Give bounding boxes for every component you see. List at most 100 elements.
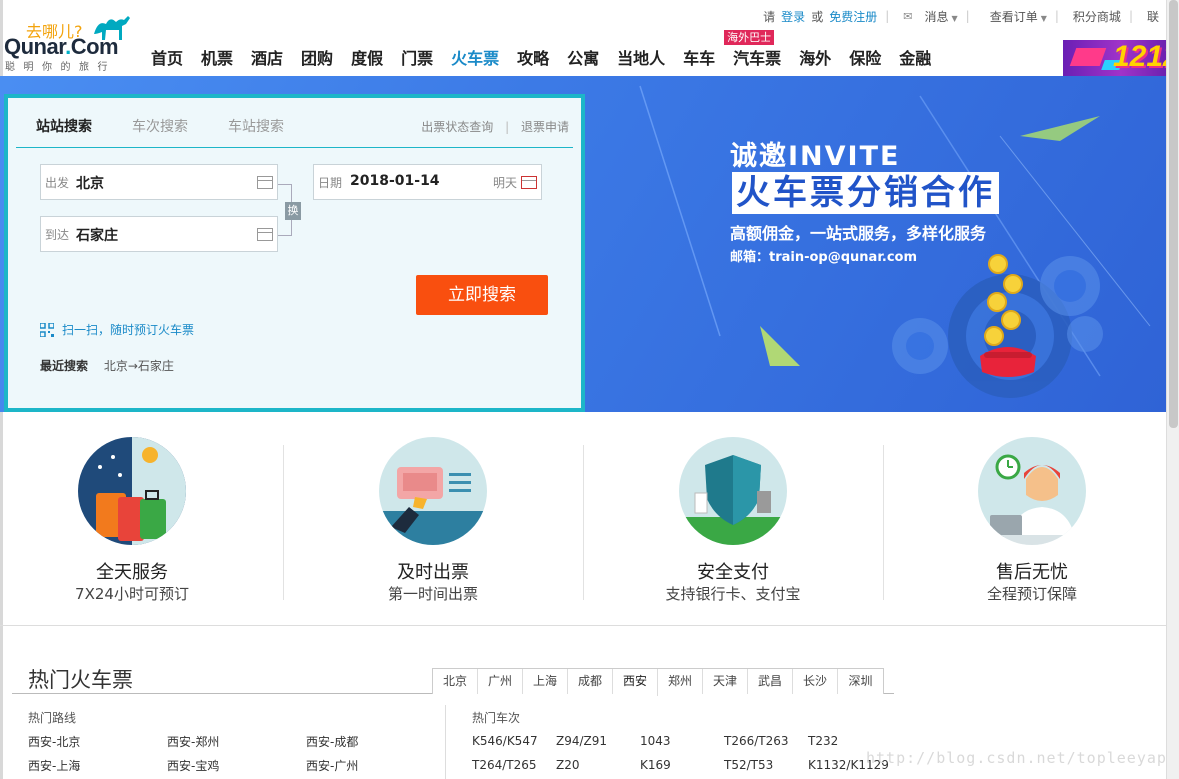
nav-group-buy[interactable]: 团购 (292, 44, 342, 74)
departure-label: 出发 (45, 176, 70, 190)
nav-train-tickets[interactable]: 火车票 (442, 44, 508, 74)
arrival-value[interactable]: 石家庄 (76, 225, 118, 245)
city-tab-shanghai[interactable]: 上海 (523, 669, 568, 694)
contact-link[interactable]: 联 (1147, 8, 1159, 25)
hot-train-link[interactable]: T232 (808, 734, 838, 748)
feature-title: 售后无忧 (996, 562, 1068, 583)
qr-text[interactable]: 扫一扫，随时预订火车票 (62, 321, 194, 338)
nav-bus-tickets[interactable]: 海外巴士 汽车票 (724, 30, 790, 74)
city-tab-chengdu[interactable]: 成都 (568, 669, 613, 694)
service-features: 全天服务 7X24小时可预订 及时出票 第一时间出票 安全支付 支持银行卡、支付… (0, 412, 1166, 626)
nav-flights[interactable]: 机票 (192, 44, 242, 74)
recent-search-item[interactable]: 北京→石家庄 (104, 359, 174, 373)
city-tab-guangzhou[interactable]: 广州 (478, 669, 523, 694)
city-tab-beijing[interactable]: 北京 (433, 669, 478, 694)
refund-link[interactable]: 退票申请 (521, 120, 569, 134)
arrival-label: 到达 (45, 228, 70, 242)
promo-1212-banner[interactable]: 1212 (1063, 40, 1179, 76)
nav-tickets[interactable]: 门票 (392, 44, 442, 74)
nav-apartments[interactable]: 公寓 (558, 44, 608, 74)
logo-wordmark: Qunar.Com (4, 34, 119, 59)
hot-train-link[interactable]: 1043 (640, 734, 671, 748)
hot-train-link[interactable]: Z20 (556, 758, 580, 772)
feature-after-sales: 售后无忧 全程预订保障 (882, 412, 1179, 626)
divider: | (965, 9, 970, 23)
tab-station[interactable]: 车站搜索 (228, 116, 284, 136)
hot-route-link[interactable]: 西安-上海 (28, 757, 80, 774)
date-value[interactable]: 2018-01-14 (350, 173, 440, 189)
feature-title: 及时出票 (397, 562, 469, 583)
city-tabs: 北京 广州 上海 成都 西安 郑州 天津 武昌 长沙 深圳 (432, 668, 884, 696)
top-utility-bar: 请 登录 或 免费注册 | ✉ 消息 ▼ | 查看订单 ▼ | 积分商城 | 联 (757, 6, 1159, 26)
hot-trains-heading: 热门火车票 (28, 668, 133, 692)
orders-menu[interactable]: 查看订单 ▼ (984, 8, 1047, 25)
banner-subtitle: 高额佣金，一站式服务，多样化服务 (730, 224, 987, 243)
station-list-icon[interactable] (257, 228, 273, 241)
hot-routes-label: 热门路线 (28, 711, 77, 725)
hot-train-link[interactable]: T52/T53 (724, 758, 773, 772)
feature-subtitle: 第一时间出票 (387, 585, 478, 603)
city-tab-zhengzhou[interactable]: 郑州 (658, 669, 703, 694)
arrival-field[interactable]: 到达 石家庄 (40, 216, 278, 252)
nav-overseas[interactable]: 海外 (790, 44, 840, 74)
nav-insurance[interactable]: 保险 (840, 44, 890, 74)
hot-trains-label: 热门车次 (472, 711, 521, 725)
ticket-status-link[interactable]: 出票状态查询 (421, 120, 493, 134)
qr-promo[interactable]: 扫一扫，随时预订火车票 (40, 321, 194, 338)
departure-field[interactable]: 出发 北京 (40, 164, 278, 200)
messages-menu[interactable]: 消息 ▼ (918, 8, 957, 25)
station-list-icon[interactable] (257, 176, 273, 189)
hot-route-link[interactable]: 西安-广州 (306, 757, 358, 774)
hot-train-link[interactable]: K169 (640, 758, 671, 772)
hot-train-link[interactable]: Z94/Z91 (556, 734, 607, 748)
city-tab-tianjin[interactable]: 天津 (703, 669, 748, 694)
tab-station-to-station[interactable]: 站站搜索 (36, 116, 92, 136)
feature-subtitle: 支持银行卡、支付宝 (665, 585, 801, 603)
support-agent-icon (978, 437, 1086, 545)
nav-hotels[interactable]: 酒店 (242, 44, 292, 74)
city-tab-changsha[interactable]: 长沙 (793, 669, 838, 694)
logo-slogan: 聪明你的旅行 (5, 62, 116, 73)
nav-cars[interactable]: 车车 (674, 44, 724, 74)
register-link[interactable]: 免费注册 (829, 8, 877, 25)
hot-route-link[interactable]: 西安-宝鸡 (167, 757, 219, 774)
nav-home[interactable]: 首页 (142, 44, 192, 74)
search-button[interactable]: 立即搜索 (416, 275, 548, 315)
date-field[interactable]: 日期 2018-01-14 明天 (313, 164, 542, 200)
hot-route-link[interactable]: 西安-北京 (28, 733, 80, 750)
swap-stations-button[interactable]: 换 (285, 202, 301, 220)
hot-train-link[interactable]: K546/K547 (472, 734, 538, 748)
main-nav: 首页 机票 酒店 团购 度假 门票 火车票 攻略 公寓 当地人 车车 海外巴士 … (142, 30, 940, 74)
overseas-bus-badge: 海外巴士 (724, 30, 775, 45)
departure-value[interactable]: 北京 (76, 173, 104, 193)
nav-vacation[interactable]: 度假 (342, 44, 392, 74)
city-tab-xian[interactable]: 西安 (613, 669, 658, 696)
luggage-icon (78, 437, 186, 545)
banner-title: 火车票分销合作 (732, 172, 999, 214)
login-or: 或 (811, 9, 824, 24)
search-quick-links: 出票状态查询 | 退票申请 (421, 120, 569, 134)
feature-instant-ticket: 及时出票 第一时间出票 (283, 412, 583, 626)
divider: | (1054, 9, 1059, 23)
hot-train-link[interactable]: T266/T263 (724, 734, 789, 748)
chevron-down-icon: ▼ (1040, 13, 1047, 23)
city-tab-wuchang[interactable]: 武昌 (748, 669, 793, 694)
login-link[interactable]: 登录 (781, 8, 805, 25)
tab-train-number[interactable]: 车次搜索 (132, 116, 188, 136)
city-tab-shenzhen[interactable]: 深圳 (838, 669, 883, 694)
hot-route-link[interactable]: 西安-郑州 (167, 733, 219, 750)
nav-locals[interactable]: 当地人 (608, 44, 674, 74)
nav-finance[interactable]: 金融 (890, 44, 940, 74)
recent-searches: 最近搜索 北京→石家庄 (40, 357, 174, 374)
hot-train-link[interactable]: T264/T265 (472, 758, 537, 772)
nav-guides[interactable]: 攻略 (508, 44, 558, 74)
qunar-logo[interactable]: 去哪儿? Qunar.Com 聪明你的旅行 (4, 12, 140, 73)
feature-secure-payment: 安全支付 支持银行卡、支付宝 (583, 412, 883, 626)
vertical-scrollbar[interactable] (1166, 0, 1179, 779)
hot-route-link[interactable]: 西安-成都 (306, 733, 358, 750)
calendar-icon[interactable] (521, 176, 537, 189)
watermark: http://blog.csdn.net/topleeyap (866, 749, 1167, 767)
date-hint: 明天 (492, 176, 517, 190)
points-mall-link[interactable]: 积分商城 (1073, 8, 1121, 25)
scrollbar-thumb[interactable] (1169, 0, 1178, 428)
